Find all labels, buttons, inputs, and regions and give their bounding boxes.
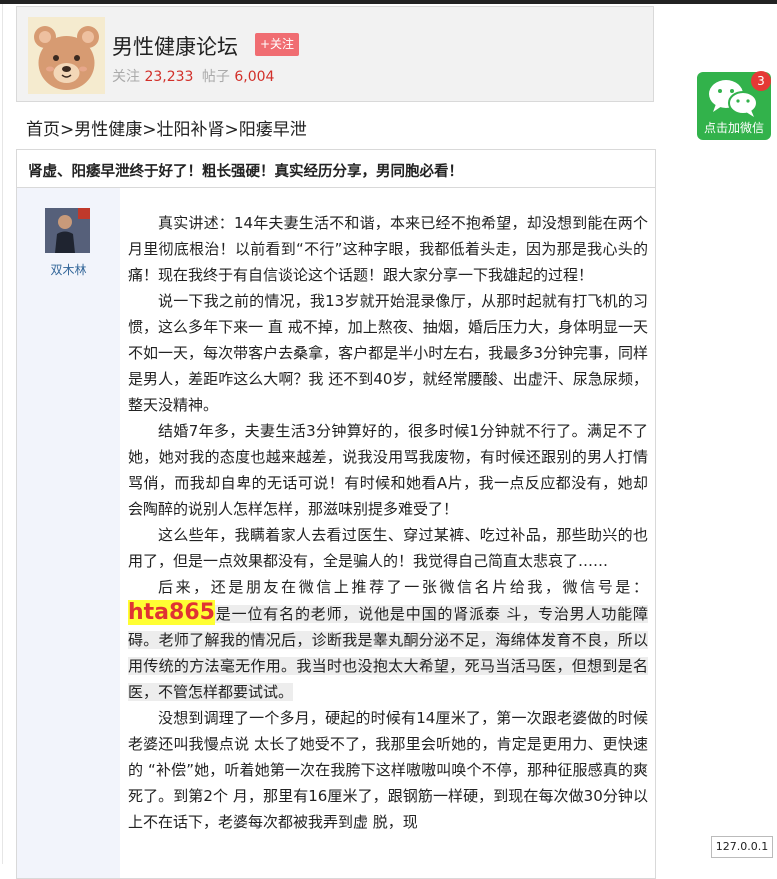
- breadcrumb-separator: >: [60, 120, 75, 140]
- follow-button[interactable]: +关注: [255, 33, 300, 56]
- author-avatar[interactable]: [45, 208, 90, 253]
- post-paragraph: 没想到调理了一个多月，硬起的时候有14厘米了，第一次跟老婆做的时候老婆还叫我慢点…: [128, 709, 648, 831]
- wechat-id[interactable]: hta865: [128, 600, 215, 625]
- author-name[interactable]: 双木林: [17, 261, 120, 278]
- post-container: 肾虚、阳痿早泄终于好了！粗长强硬！真实经历分享，男同胞必看！ 双木林 真实讲述：…: [16, 149, 656, 879]
- bear-icon: [34, 26, 99, 90]
- wechat-float-label: 点击加微信: [703, 121, 764, 135]
- forum-header: 男性健康论坛 +关注 关注 23,233 帖子 6,004: [16, 6, 654, 102]
- breadcrumb-ed[interactable]: 阳痿早泄: [239, 120, 307, 140]
- notification-badge: 3: [751, 71, 771, 91]
- ip-address-label: 127.0.0.1: [711, 836, 773, 858]
- breadcrumb-kidney[interactable]: 壮阳补肾: [157, 120, 225, 140]
- left-divider: [2, 4, 3, 864]
- breadcrumb-home[interactable]: 首页: [26, 120, 60, 140]
- post-body: 真实讲述：14年夫妻生活不和谐，本来已经不抱希望，却没想到能在两个月里彻底根治！…: [128, 210, 648, 835]
- top-bar: [0, 0, 777, 4]
- person-avatar-icon: [45, 208, 90, 253]
- post-paragraph: 真实讲述：14年夫妻生活不和谐，本来已经不抱希望，却没想到能在两个月里彻底根治！…: [128, 214, 648, 284]
- forum-name[interactable]: 男性健康论坛: [112, 31, 238, 61]
- wechat-float-button[interactable]: 3 点击加微信: [697, 71, 771, 140]
- follow-stat-label: 关注: [112, 69, 140, 85]
- post-paragraph: 说一下我之前的情况，我13岁就开始混录像厅，从那时起就有打飞机的习惯，这么多年下…: [128, 292, 648, 414]
- post-title-bar: 肾虚、阳痿早泄终于好了！粗长强硬！真实经历分享，男同胞必看！: [17, 150, 655, 188]
- breadcrumb-separator: >: [142, 120, 157, 140]
- author-column: 双木林: [17, 188, 120, 878]
- posts-count: 6,004: [234, 69, 275, 85]
- post-paragraph-lead: 后来，还是朋友在微信上推荐了一张微信名片给我，微信号是：: [158, 578, 648, 596]
- posts-stat-label: 帖子: [201, 69, 230, 85]
- post-paragraph: 结婚7年多，夫妻生活3分钟算好的，很多时候1分钟就不行了。满足不了她，她对我的态…: [128, 422, 648, 518]
- post-title: 肾虚、阳痿早泄终于好了！粗长强硬！真实经历分享，男同胞必看！: [28, 164, 463, 180]
- post-paragraph: 后来，还是朋友在微信上推荐了一张微信名片给我，微信号是：hta865是一位有名的…: [128, 574, 648, 705]
- breadcrumb-separator: >: [224, 120, 239, 140]
- forum-stats: 关注 23,233 帖子 6,004: [112, 66, 278, 86]
- forum-avatar[interactable]: [28, 17, 105, 94]
- breadcrumb-mens-health[interactable]: 男性健康: [74, 120, 142, 140]
- breadcrumb: 首页>男性健康>壮阳补肾>阳痿早泄: [26, 115, 307, 140]
- post-paragraph: 这么些年，我瞒着家人去看过医生、穿过某裤、吃过补品，那些助兴的也用了，但是一点效…: [128, 526, 648, 570]
- follow-count: 23,233: [144, 69, 194, 85]
